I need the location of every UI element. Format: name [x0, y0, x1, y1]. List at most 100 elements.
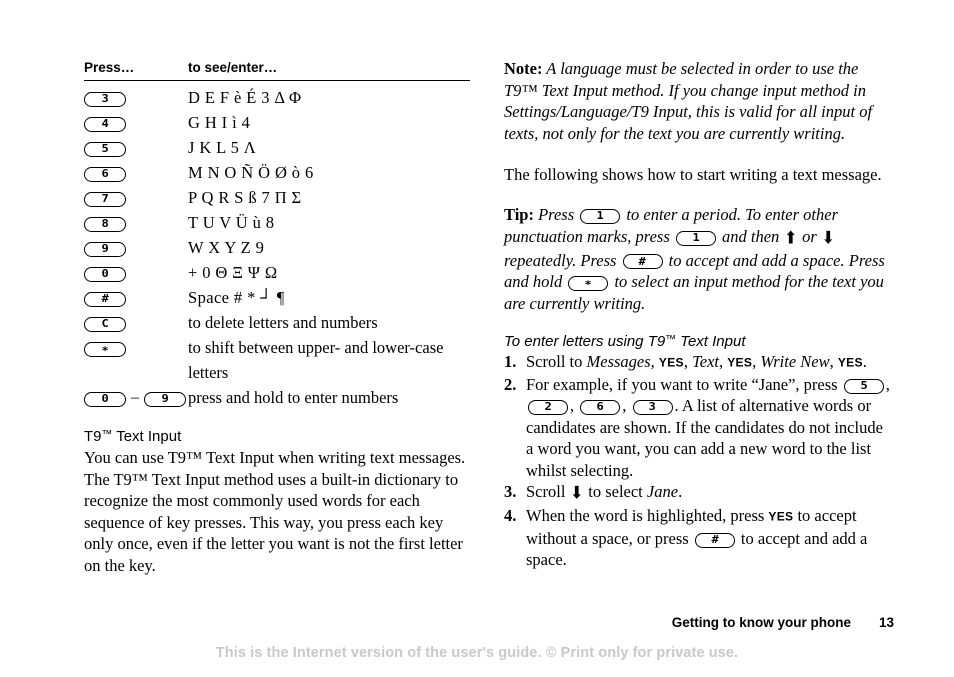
key-icon-hash[interactable]: # — [622, 254, 663, 270]
key-cell: 9 — [84, 235, 188, 260]
range-dash: – — [131, 389, 139, 406]
page-number: 13 — [878, 615, 894, 630]
key-icon-2[interactable]: 2 — [528, 400, 568, 416]
key-cell: 4 — [84, 110, 188, 135]
menu-item-write-new: Write New — [760, 351, 830, 371]
key-description: T U V Ü ù 8 — [188, 213, 275, 232]
internet-version-notice: This is the Internet version of the user… — [215, 645, 739, 661]
key-icon-6[interactable]: 6 — [580, 400, 621, 416]
step2-pre: For example, if you want to write “Jane”… — [526, 374, 842, 394]
section-heading-t9-text-input: T9™ Text Input — [84, 428, 470, 445]
keypad-table-body: 3 D E F è É 3 Δ Φ 4 G H I ì 4 5 J K L 5 … — [84, 81, 470, 411]
step1-sep2: , — [683, 351, 693, 371]
key-icon-1[interactable]: 1 — [675, 230, 716, 246]
column-header-press: Press… — [84, 60, 188, 81]
key-icon-5[interactable]: 5 — [843, 378, 884, 394]
tip-paragraph: Tip: Press 1 to enter a period. To enter… — [504, 204, 894, 315]
trademark-symbol: ™ — [101, 428, 113, 441]
t9-description-paragraph: You can use T9™ Text Input when writing … — [84, 448, 466, 575]
key-cell: # — [84, 285, 188, 310]
key-cell: 5 — [84, 135, 188, 160]
yes-key-label: YES — [768, 509, 794, 524]
table-row-key-range: 0–9 press and hold to enter numbers — [84, 385, 470, 410]
trademark-symbol: ™ — [665, 333, 676, 346]
list-item-step-4: When the word is highlighted, press YES … — [504, 505, 894, 571]
key-cell: 7 — [84, 185, 188, 210]
table-row: 0 + 0 Θ Ξ Ψ Ω — [84, 260, 470, 285]
key-cell: 0 — [84, 260, 188, 285]
key-description: + 0 Θ Ξ Ψ Ω — [188, 263, 278, 282]
key-cell: 8 — [84, 210, 188, 235]
table-row: 3 D E F è É 3 Δ Φ — [84, 81, 470, 111]
key-icon-7[interactable]: 7 — [84, 191, 126, 207]
document-page: Press… to see/enter… 3 D E F è É 3 Δ Φ 4… — [0, 0, 954, 677]
table-row: C to delete letters and numbers — [84, 310, 470, 335]
key-icon-9[interactable]: 9 — [84, 241, 126, 257]
key-description: D E F è É 3 Δ Φ — [188, 88, 302, 107]
arrow-down-icon: ⬇ — [821, 227, 835, 249]
key-icon-8[interactable]: 8 — [84, 216, 126, 232]
step3-mid: to select — [584, 482, 647, 502]
tip-text-5: repeatedly. Press — [504, 250, 621, 270]
key-description: W X Y Z 9 — [188, 238, 265, 257]
step4-pre: When the word is highlighted, press — [526, 505, 769, 525]
key-description: press and hold to enter numbers — [188, 388, 399, 407]
key-icon-9[interactable]: 9 — [144, 391, 186, 407]
tip-text-1: Press — [533, 205, 579, 225]
heading-text: T9 — [84, 428, 102, 445]
key-description: J K L 5 Λ — [188, 138, 257, 157]
yes-key-label: YES — [658, 355, 684, 370]
page-footer: Getting to know your phone 13 — [504, 615, 894, 630]
yes-key-label: YES — [837, 355, 863, 370]
intro-paragraph: The following shows how to start writing… — [504, 164, 882, 184]
key-description: Space # * ┘ ¶ — [188, 288, 285, 307]
table-row: 8 T U V Ü ù 8 — [84, 210, 470, 235]
note-text: A language must be selected in order to … — [504, 59, 873, 144]
key-description: M N O Ñ Ö Ø ò 6 — [188, 163, 314, 182]
section-heading-enter-letters: To enter letters using T9™ Text Input — [504, 333, 894, 350]
key-icon-0[interactable]: 0 — [84, 266, 126, 282]
menu-item-messages: Messages — [586, 351, 651, 371]
arrow-up-icon: ⬆ — [784, 227, 798, 249]
key-icon-1[interactable]: 1 — [580, 209, 621, 225]
tip-text-4: or — [798, 227, 821, 247]
note-label: Note: — [504, 59, 543, 78]
keypad-reference-table: Press… to see/enter… 3 D E F è É 3 Δ Φ 4… — [84, 60, 470, 410]
key-icon-hash[interactable]: # — [694, 532, 735, 548]
key-icon-asterisk[interactable]: ∗ — [568, 276, 609, 292]
heading-text: To enter letters using T9 — [504, 332, 666, 350]
heading-suffix: Text Input — [112, 428, 182, 445]
step1-pre: Scroll to — [526, 351, 587, 371]
heading-suffix: Text Input — [676, 332, 746, 350]
key-icon-3[interactable]: 3 — [632, 400, 673, 416]
arrow-down-icon: ⬇ — [570, 482, 584, 504]
step1-sep1: , — [650, 351, 659, 371]
table-row: 7 P Q R S ß 7 Π Σ — [84, 185, 470, 210]
step1-sep5: , — [829, 351, 838, 371]
list-item-step-1: Scroll to Messages, YES, Text, YES, Writ… — [504, 351, 894, 374]
key-description: to shift between upper- and lower-case l… — [188, 338, 444, 382]
key-icon-0[interactable]: 0 — [84, 391, 126, 407]
key-cell: ∗ — [84, 335, 188, 385]
key-icon-hash[interactable]: # — [84, 291, 126, 307]
yes-key-label: YES — [727, 355, 753, 370]
step3-pre: Scroll — [526, 482, 570, 502]
right-column: Note: A language must be selected in ord… — [504, 58, 894, 571]
note-paragraph: Note: A language must be selected in ord… — [504, 58, 894, 145]
key-icon-5[interactable]: 5 — [84, 141, 126, 157]
key-icon-4[interactable]: 4 — [84, 116, 126, 132]
key-icon-6[interactable]: 6 — [84, 166, 126, 182]
key-icon-asterisk[interactable]: ∗ — [84, 341, 126, 357]
column-header-see-enter: to see/enter… — [188, 60, 470, 81]
menu-item-text: Text — [692, 351, 719, 371]
table-row: 6 M N O Ñ Ö Ø ò 6 — [84, 160, 470, 185]
key-cell: C — [84, 310, 188, 335]
table-row: 4 G H I ì 4 — [84, 110, 470, 135]
word-jane: Jane — [646, 482, 679, 502]
key-icon-c[interactable]: C — [84, 316, 126, 332]
step1-end: . — [862, 351, 867, 371]
list-item-step-2: For example, if you want to write “Jane”… — [504, 374, 890, 480]
key-cell: 3 — [84, 81, 188, 111]
table-header-row: Press… to see/enter… — [84, 60, 470, 81]
key-icon-3[interactable]: 3 — [84, 91, 126, 107]
